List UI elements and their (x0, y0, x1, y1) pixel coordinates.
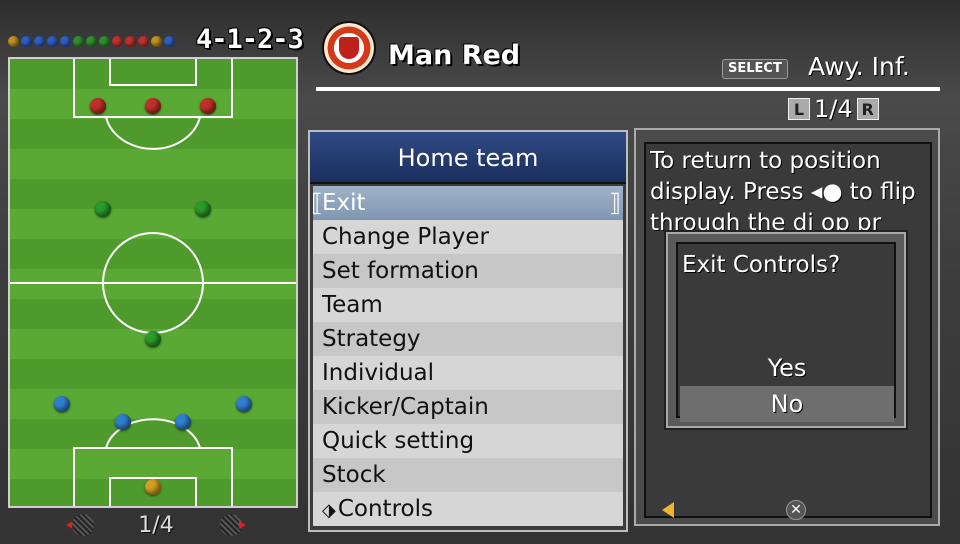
formation-dot (125, 35, 136, 47)
pitch-page-nav: 1/4 (66, 510, 246, 540)
dialog-no-option[interactable]: No (680, 386, 894, 422)
menu-item-strategy[interactable]: Strategy (313, 322, 623, 356)
next-page-icon[interactable] (220, 514, 246, 536)
menu-item-label: Stock (322, 462, 386, 488)
pager-text: 1/4 (814, 95, 853, 123)
formation-pitch[interactable] (8, 57, 298, 508)
back-arrow-icon[interactable] (662, 502, 674, 518)
player-marker-forward[interactable] (90, 98, 106, 114)
player-marker-midfielder[interactable] (95, 201, 111, 217)
menu-item-exit[interactable]: Exit (311, 186, 623, 220)
player-marker-midfielder[interactable] (195, 201, 211, 217)
player-marker-forward[interactable] (145, 98, 161, 114)
formation-dot (21, 35, 32, 47)
formation-dot (99, 35, 110, 47)
dialog-body: Exit Controls? Yes No (676, 242, 896, 422)
dialog-title: Exit Controls? (682, 252, 841, 278)
eraser-icon: ⬗ (322, 500, 336, 521)
formation-dot (60, 35, 71, 47)
player-marker-defender[interactable] (175, 414, 191, 430)
exit-controls-dialog: Exit Controls? Yes No (666, 232, 906, 428)
header-divider (316, 87, 940, 91)
menu-item-quick-setting[interactable]: Quick setting (313, 424, 623, 458)
menu-item-label: Change Player (322, 224, 489, 250)
pitch-markings (10, 59, 296, 506)
home-team-menu: Home team Exit Change Player Set formation… (308, 130, 628, 532)
cross-button-icon[interactable]: ✕ (786, 500, 806, 520)
menu-item-label: Kicker/Captain (322, 394, 489, 420)
menu-title: Home team (310, 132, 626, 184)
menu-item-individual[interactable]: Individual (313, 356, 623, 390)
formation-dot (34, 35, 45, 47)
dialog-yes-option[interactable]: Yes (680, 350, 894, 386)
away-info-label[interactable]: Awy. Inf. (808, 52, 910, 81)
menu-item-label: Strategy (322, 326, 421, 352)
menu-item-controls[interactable]: ⬗Controls (313, 492, 623, 526)
menu-item-set-formation[interactable]: Set formation (313, 254, 623, 288)
menu-item-label: Controls (337, 496, 433, 522)
team-name: Man Red (388, 40, 521, 71)
menu-item-label: Individual (322, 360, 435, 386)
formation-dot (151, 35, 162, 47)
menu-item-kicker-captain[interactable]: Kicker/Captain (313, 390, 623, 424)
prev-page-icon[interactable] (66, 514, 94, 536)
player-marker-defender[interactable] (115, 414, 131, 430)
l-button-icon[interactable]: L (788, 98, 810, 120)
formation-label: 4-1-2-3 (196, 24, 304, 55)
player-marker-defender[interactable] (54, 396, 70, 412)
menu-item-label: Quick setting (322, 428, 475, 454)
menu-item-stock[interactable]: Stock (313, 458, 623, 492)
formation-dot (8, 35, 19, 47)
team-crest-icon (322, 21, 376, 75)
player-marker-forward[interactable] (200, 98, 216, 114)
formation-dot (73, 35, 84, 47)
player-marker-defensive-midfielder[interactable] (145, 331, 161, 347)
menu-list: Exit Change Player Set formation Team Strate… (310, 184, 626, 526)
player-marker-defender[interactable] (236, 396, 252, 412)
formation-dot (47, 35, 58, 47)
formation-dot (86, 35, 97, 47)
formation-dot (164, 35, 175, 47)
menu-item-change-player[interactable]: Change Player (313, 220, 623, 254)
select-button-icon: SELECT (722, 59, 788, 79)
player-marker-goalkeeper[interactable] (145, 479, 161, 495)
shoulder-pager: L 1/4 R (788, 95, 879, 123)
pitch-page-indicator: 1/4 (138, 512, 174, 538)
r-button-icon[interactable]: R (856, 98, 879, 120)
menu-item-label: Team (322, 292, 383, 318)
formation-dot (112, 35, 123, 47)
formation-color-dots (8, 34, 175, 48)
menu-item-label: Exit (322, 190, 366, 216)
menu-item-team[interactable]: Team (313, 288, 623, 322)
formation-dot (138, 35, 149, 47)
menu-item-label: Set formation (322, 258, 479, 284)
